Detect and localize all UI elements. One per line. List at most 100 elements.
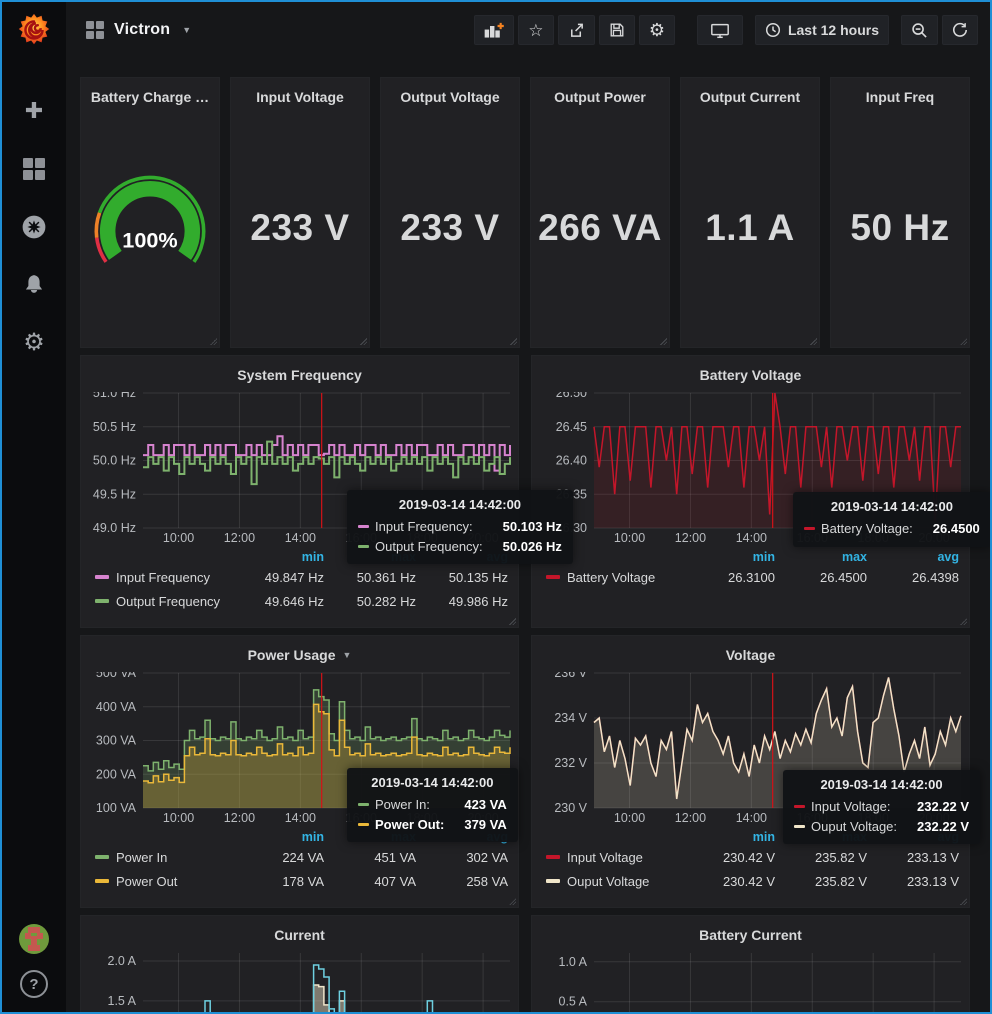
add-panel-button[interactable]: [474, 15, 514, 45]
x-axis-label: 18:00: [407, 531, 438, 545]
panel-title[interactable]: Voltage: [536, 636, 965, 666]
refresh-button[interactable]: [942, 15, 978, 45]
stat-value: 266 VA: [538, 108, 662, 347]
chart-canvas-system-frequency[interactable]: 51.0 Hz50.5 Hz50.0 Hz49.5 Hz49.0 Hz10:00…: [85, 392, 516, 550]
x-axis-label: 18:00: [858, 531, 889, 545]
legend-header-max[interactable]: max: [324, 830, 416, 845]
y-axis-label: 26.50: [556, 392, 587, 400]
star-button[interactable]: ☆: [518, 15, 554, 45]
legend-series-name[interactable]: Output Frequency: [95, 594, 232, 609]
x-axis-label: 16:00: [797, 531, 828, 545]
chart-canvas-battery-current[interactable]: 1.0 A0.5 A0 A10:0012:0014:0016:0018:0020…: [536, 952, 967, 1012]
share-button[interactable]: [558, 15, 595, 45]
legend-row: Power In224 VA451 VA302 VA: [95, 845, 508, 869]
legend-header-max[interactable]: max: [324, 550, 416, 565]
dashboard-breadcrumb[interactable]: Victron ▼: [86, 21, 191, 39]
y-axis-label: 230 V: [554, 801, 587, 815]
legend-header-avg[interactable]: avg: [416, 830, 508, 845]
panel-title[interactable]: Battery Charge …: [91, 78, 209, 108]
legend-header-avg[interactable]: avg: [867, 550, 959, 565]
grafana-logo-icon[interactable]: [2, 2, 66, 58]
legend-header-min[interactable]: min: [232, 550, 324, 565]
sidebar-bottom: ?: [19, 924, 49, 998]
legend-header-min[interactable]: min: [683, 550, 775, 565]
x-axis-label: 10:00: [614, 531, 645, 545]
legend-series-name[interactable]: Input Voltage: [546, 850, 683, 865]
x-axis-label: 16:00: [797, 811, 828, 825]
y-axis-label: 50.5 Hz: [93, 420, 136, 434]
sidebar-item-explore[interactable]: [14, 210, 54, 244]
panel-title[interactable]: Battery Current: [536, 916, 965, 946]
legend-value: 302 VA: [416, 850, 508, 865]
legend-series-name[interactable]: Ouput Voltage: [546, 874, 683, 889]
legend-row: Output Frequency49.646 Hz50.282 Hz49.986…: [95, 589, 508, 613]
x-axis-label: 14:00: [285, 531, 316, 545]
gauge-canvas: 100%: [86, 169, 214, 287]
time-range-picker[interactable]: Last 12 hours: [755, 15, 889, 45]
sidebar-item-alerting[interactable]: [14, 268, 54, 302]
legend-series-name[interactable]: Power Out: [95, 874, 232, 889]
clock-icon: [765, 22, 781, 38]
y-axis-label: 500 VA: [96, 672, 137, 680]
legend-header-avg[interactable]: avg: [416, 550, 508, 565]
panel-current: Current 2.0 A1.5 A1.0 A0.5 A10:0012:0014:…: [80, 915, 519, 1012]
legend-header-min[interactable]: min: [232, 830, 324, 845]
panel-title[interactable]: Current: [85, 916, 514, 946]
legend-header-min[interactable]: min: [683, 830, 775, 845]
chart-canvas-voltage[interactable]: 236 V234 V232 V230 V10:0012:0014:0016:00…: [536, 672, 967, 830]
panel-title[interactable]: Battery Voltage: [536, 356, 965, 386]
user-avatar[interactable]: [19, 924, 49, 954]
help-icon[interactable]: ?: [20, 970, 48, 998]
configuration-gear-icon: ⚙: [23, 331, 45, 355]
dashboard-grid-icon: [86, 21, 104, 39]
x-axis-label: 14:00: [736, 811, 767, 825]
panel-title[interactable]: Input Voltage: [256, 78, 344, 108]
save-button[interactable]: [599, 15, 635, 45]
legend-row: Power Out178 VA407 VA258 VA: [95, 869, 508, 893]
zoom-out-button[interactable]: [901, 15, 938, 45]
chart-canvas-battery-voltage[interactable]: 26.5026.4526.4026.3526.3010:0012:0014:00…: [536, 392, 967, 550]
y-axis-label: 236 V: [554, 672, 587, 680]
stat-value: 233 V: [250, 108, 349, 347]
panel-title[interactable]: Power Usage▼: [85, 636, 514, 666]
y-axis-label: 200 VA: [96, 767, 137, 781]
y-axis-label: 1.5 A: [108, 994, 137, 1008]
legend-value: 235.82 V: [775, 874, 867, 889]
legend-header-max[interactable]: max: [775, 830, 867, 845]
sidebar: ✚ ⚙: [2, 2, 66, 1012]
panel-title[interactable]: System Frequency: [85, 356, 514, 386]
x-axis-label: 12:00: [224, 531, 255, 545]
x-axis-label: 18:00: [858, 811, 889, 825]
cycle-view-button[interactable]: [697, 15, 743, 45]
legend: minmaxavgBattery Voltage26.310026.450026…: [536, 550, 965, 589]
dashboard-settings-button[interactable]: ⚙: [639, 15, 675, 45]
x-axis-label: 10:00: [163, 811, 194, 825]
legend-value: 224 VA: [232, 850, 324, 865]
legend-header-avg[interactable]: avg: [867, 830, 959, 845]
legend-value: 50.361 Hz: [324, 570, 416, 585]
legend-series-name[interactable]: Power In: [95, 850, 232, 865]
y-axis-label: 26.35: [556, 487, 587, 501]
y-axis-label: 300 VA: [96, 734, 137, 748]
chevron-down-icon: ▼: [343, 650, 352, 660]
panel-title[interactable]: Output Current: [700, 78, 800, 108]
panel-title[interactable]: Output Voltage: [400, 78, 499, 108]
panel-title[interactable]: Output Power: [554, 78, 646, 108]
sidebar-item-dashboards[interactable]: [14, 152, 54, 186]
chart-canvas-power-usage[interactable]: 500 VA400 VA300 VA200 VA100 VA10:0012:00…: [85, 672, 516, 830]
x-axis-label: 20:00: [467, 531, 498, 545]
y-axis-label: 26.45: [556, 420, 587, 434]
chart-canvas-current[interactable]: 2.0 A1.5 A1.0 A0.5 A10:0012:0014:0016:00…: [85, 952, 516, 1012]
series-color-swatch: [546, 855, 560, 859]
legend-series-name[interactable]: Input Frequency: [95, 570, 232, 585]
legend-header-max[interactable]: max: [775, 550, 867, 565]
charts-grid: System Frequency 51.0 Hz50.5 Hz50.0 Hz49.…: [80, 355, 970, 1012]
sidebar-item-configuration[interactable]: ⚙: [14, 326, 54, 360]
legend-series-name[interactable]: Battery Voltage: [546, 570, 683, 585]
y-axis-label: 0.5 A: [559, 995, 588, 1009]
legend: minmaxavg Input Frequency49.847 Hz50.361 …: [85, 550, 514, 613]
panel-title[interactable]: Input Freq: [866, 78, 934, 108]
legend-value: 49.847 Hz: [232, 570, 324, 585]
battery-charge-gauge: 100%: [86, 108, 214, 347]
sidebar-item-create[interactable]: ✚: [14, 94, 54, 128]
